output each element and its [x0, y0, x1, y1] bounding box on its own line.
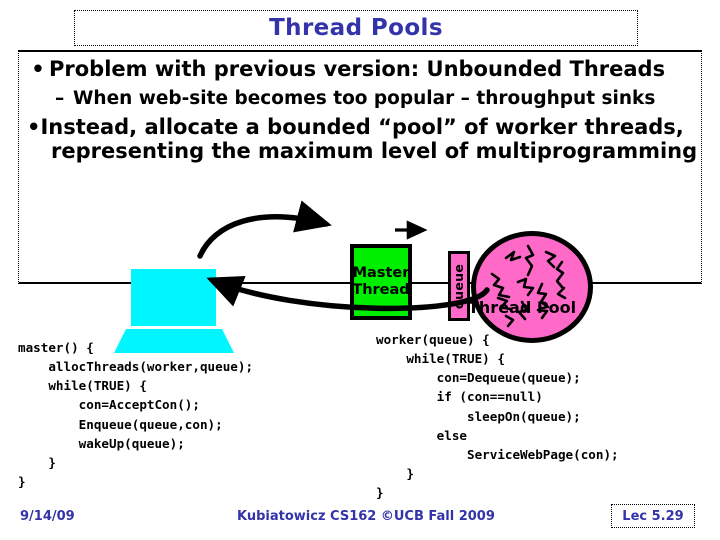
thread-squiggles-icon — [490, 244, 567, 328]
footer-lecture-number: Lec 5.29 — [622, 508, 684, 524]
bullet-item-2-line2: representing the maximum level of multip… — [51, 138, 698, 163]
code-block-master: master() { allocThreads(worker,queue); w… — [18, 340, 254, 489]
slide-title-box: Thread Pools — [74, 10, 638, 46]
footer-attribution: Kubiatowicz CS162 ©UCB Fall 2009 — [237, 509, 495, 524]
bullet-item-1-text: Problem with previous version: Unbounded… — [49, 57, 666, 81]
laptop-screen-icon — [131, 269, 216, 326]
code-block-worker: worker(queue) { while(TRUE) { con=Dequeu… — [376, 332, 619, 501]
thread-pool-label: Thread Pool — [468, 298, 577, 317]
bullet-marker-icon: • — [27, 115, 41, 139]
footer-date: 9/14/09 — [20, 509, 75, 524]
master-thread-box: Master Thread — [350, 244, 412, 320]
thread-pool-circle — [471, 231, 593, 343]
bullet-marker-icon: • — [31, 57, 45, 81]
bullet-item-1: • Problem with previous version: Unbounde… — [27, 57, 666, 81]
page-title: Thread Pools — [269, 15, 443, 41]
bullet-item-2: •Instead, allocate a bounded “pool” of w… — [27, 115, 699, 164]
dash-marker-icon: – — [55, 88, 65, 109]
bullet-item-2-line1: Instead, allocate a bounded “pool” of wo… — [40, 115, 684, 139]
queue-label: queue — [451, 263, 467, 309]
bullet-item-1-sub-text: When web-site becomes too popular – thro… — [73, 88, 656, 109]
bullet-item-1-sub: – When web-site becomes too popular – thr… — [55, 88, 655, 109]
master-thread-label-line2: Thread — [352, 282, 410, 298]
slide-content-box: • Problem with previous version: Unbounde… — [18, 50, 702, 353]
footer-lecture-box: Lec 5.29 — [611, 504, 695, 528]
queue-box: queue — [448, 251, 470, 321]
master-thread-label-line1: Master — [352, 265, 410, 282]
